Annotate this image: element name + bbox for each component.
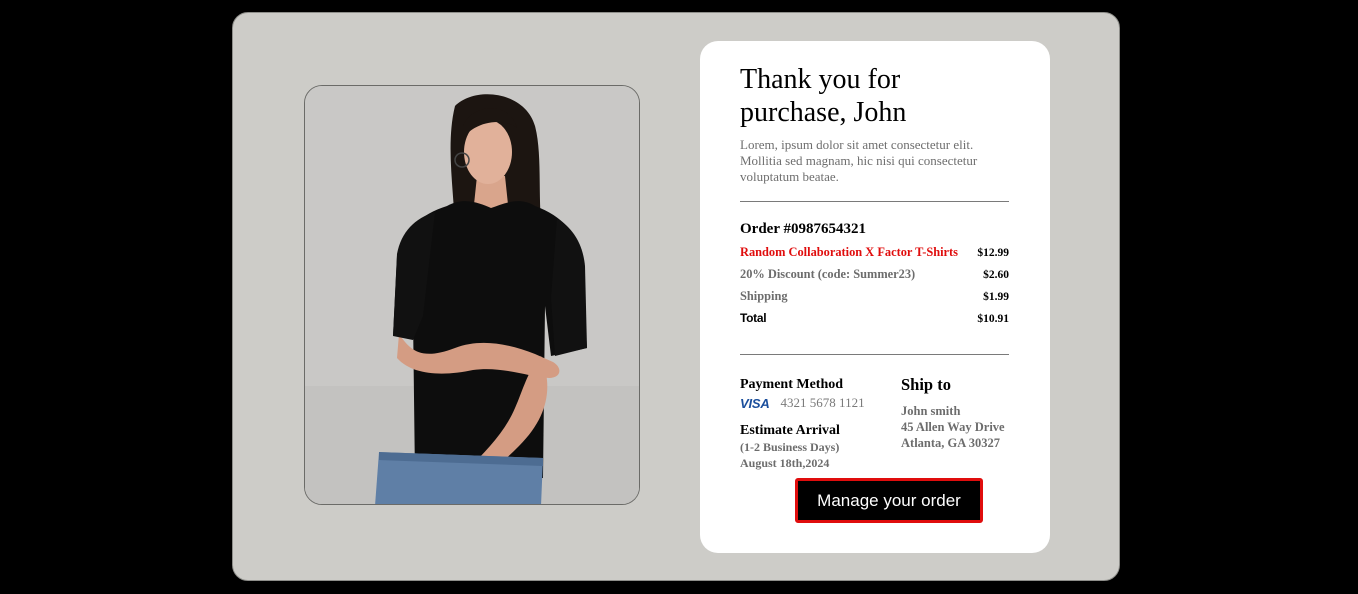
order-summary: Random Collaboration X Factor T-Shirts $…: [740, 242, 1009, 330]
shipping-amount: $1.99: [983, 291, 1009, 303]
line-item-discount: 20% Discount (code: Summer23) $2.60: [740, 264, 1009, 286]
model-illustration: [305, 86, 639, 504]
estimate-arrival-heading: Estimate Arrival: [740, 423, 840, 438]
payment-and-arrival: Payment Method VISA 4321 5678 1121 Estim…: [740, 377, 890, 471]
line-item-shipping: Shipping $1.99: [740, 286, 1009, 308]
visa-logo-icon: VISA: [740, 395, 770, 411]
total-amount: $10.91: [977, 313, 1009, 325]
shipping-address: Ship to John smith 45 Allen Way Drive At…: [901, 375, 1021, 451]
payment-method-heading: Payment Method: [740, 377, 844, 392]
line-item-total: Total $10.91: [740, 308, 1009, 330]
address-street: 45 Allen Way Drive: [901, 420, 1005, 434]
page-title: Thank you for purchase, John: [740, 64, 907, 128]
address-city: Atlanta, GA 30327: [901, 436, 1000, 450]
manage-order-button[interactable]: Manage your order: [795, 478, 983, 523]
arrival-range: (1-2 Business Days): [740, 440, 840, 454]
shipping-label: Shipping: [740, 289, 788, 303]
order-confirmation-panel: Thank you for purchase, John Lorem, ipsu…: [232, 12, 1120, 581]
order-number: Order #0987654321: [740, 221, 866, 237]
discount-label: 20% Discount (code: Summer23): [740, 267, 916, 281]
divider: [740, 201, 1009, 202]
total-label: Total: [740, 311, 767, 325]
order-details: Payment Method VISA 4321 5678 1121 Estim…: [740, 375, 1009, 477]
product-photo: [304, 85, 640, 505]
receipt-card: Thank you for purchase, John Lorem, ipsu…: [700, 41, 1050, 553]
card-number: 4321 5678 1121: [780, 395, 865, 410]
discount-amount: $2.60: [983, 269, 1009, 281]
divider: [740, 354, 1009, 355]
product-name[interactable]: Random Collaboration X Factor T-Shirts: [740, 242, 958, 263]
arrival-date: August 18th,2024: [740, 456, 830, 470]
payment-card: VISA 4321 5678 1121: [740, 395, 890, 411]
intro-text: Lorem, ipsum dolor sit amet consectetur …: [740, 137, 978, 184]
product-price: $12.99: [977, 247, 1009, 259]
line-item-product: Random Collaboration X Factor T-Shirts $…: [740, 242, 1009, 264]
ship-to-heading: Ship to: [901, 375, 951, 394]
recipient-name: John smith: [901, 404, 961, 418]
address-block: John smith 45 Allen Way Drive Atlanta, G…: [901, 403, 1021, 451]
